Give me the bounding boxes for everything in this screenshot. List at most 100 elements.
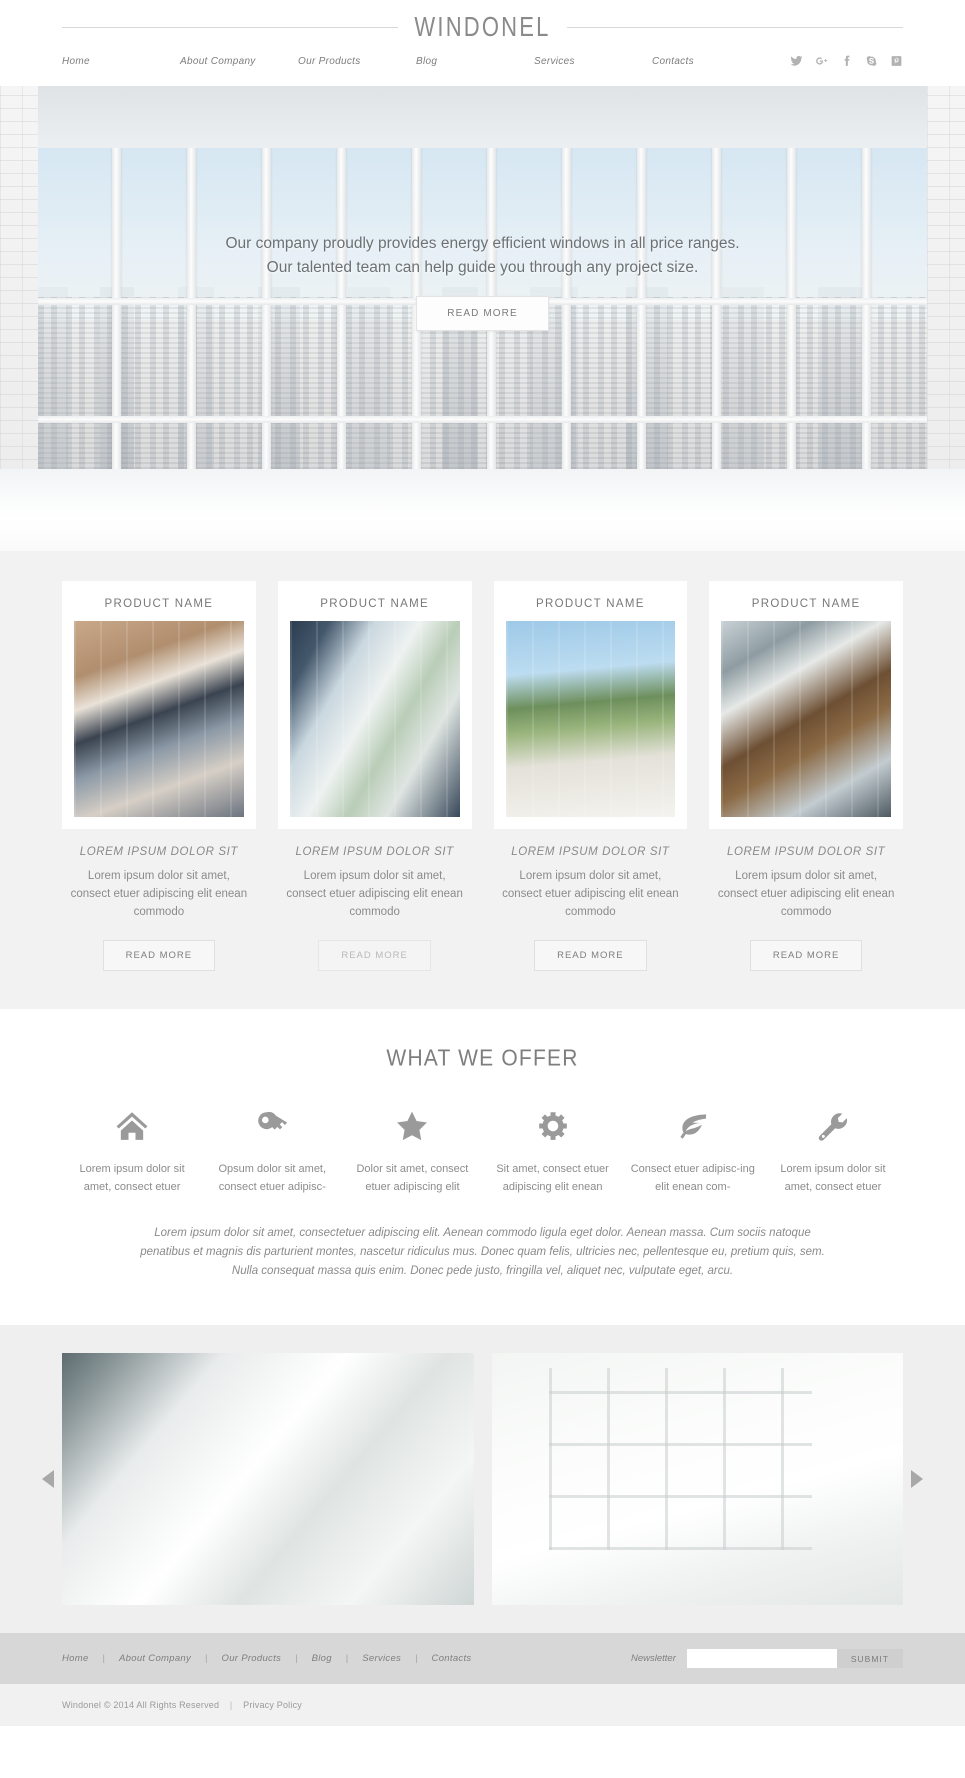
feature-item: Dolor sit amet, consect etuer adipiscing… [342, 1109, 482, 1196]
social-links [790, 54, 903, 68]
facebook-icon[interactable] [840, 54, 853, 68]
product-image[interactable] [721, 621, 891, 817]
product-card-box: PRODUCT NAME [709, 581, 903, 829]
page-root: WINDONEL Home About Company Our Products… [0, 0, 965, 1726]
hero-headline-line2: Our talented team can help guide you thr… [266, 259, 699, 276]
product-caption: LOREM IPSUM DOLOR SIT [79, 846, 239, 858]
copyright-line: Windonel © 2014 All Rights Reserved | Pr… [62, 1700, 903, 1710]
feature-text: Opsum dolor sit amet, consect etuer adip… [218, 1163, 327, 1193]
brand-rule-left [62, 26, 399, 28]
feature-text: Dolor sit amet, consect etuer adipiscing… [356, 1163, 469, 1193]
product-description: Lorem ipsum dolor sit amet, consect etue… [717, 870, 895, 918]
product-button-wrap: READ MORE [62, 940, 256, 971]
pinterest-icon[interactable] [890, 54, 903, 68]
product-description: Lorem ipsum dolor sit amet, consect etue… [286, 870, 463, 918]
feature-item: Lorem ipsum dolor sit amet, consect etue… [763, 1109, 903, 1196]
brand-rule-right [566, 26, 904, 28]
product-title: PRODUCT NAME [751, 598, 861, 610]
newsletter-submit-button[interactable]: SUBMIT [836, 1649, 903, 1668]
gallery-carousel [0, 1325, 965, 1633]
product-card: PRODUCT NAME LOREM IPSUM DOLOR SIT Lorem… [493, 581, 688, 971]
hero-read-more-button[interactable]: READ MORE [416, 296, 549, 331]
product-description: Lorem ipsum dolor sit amet, consect etue… [70, 870, 248, 918]
feature-text: Lorem ipsum dolor sit amet, consect etue… [79, 1163, 185, 1193]
product-card-box: PRODUCT NAME [62, 581, 256, 829]
leaf-icon [676, 1114, 710, 1147]
product-caption: LOREM IPSUM DOLOR SIT [726, 846, 886, 858]
product-button-wrap: READ MORE [494, 940, 688, 971]
home-icon [115, 1112, 149, 1147]
product-title: PRODUCT NAME [536, 598, 645, 610]
copyright-text: Windonel © 2014 All Rights Reserved [62, 1700, 220, 1710]
site-header: WINDONEL Home About Company Our Products… [0, 0, 965, 86]
feature-item: Consect etuer adipisc-ing elit enean com… [623, 1109, 763, 1196]
footer-nav-services[interactable]: Services [362, 1653, 401, 1664]
product-card: PRODUCT NAME LOREM IPSUM DOLOR SIT Lorem… [277, 581, 472, 971]
feature-item: Lorem ipsum dolor sit amet, consect etue… [62, 1109, 202, 1196]
product-image[interactable] [74, 621, 244, 817]
nav-item-about-company[interactable]: About Company [180, 56, 298, 67]
gallery-slide[interactable] [62, 1353, 474, 1605]
footer-navigation: Home | About Company | Our Products | Bl… [62, 1653, 631, 1664]
product-read-more-button[interactable]: READ MORE [534, 940, 647, 971]
next-arrow[interactable] [911, 1470, 923, 1488]
footer-bottom: Windonel © 2014 All Rights Reserved | Pr… [0, 1684, 965, 1726]
product-caption: LOREM IPSUM DOLOR SIT [511, 846, 670, 858]
footer-nav-blog[interactable]: Blog [312, 1653, 332, 1664]
product-read-more-button[interactable]: READ MORE [749, 940, 863, 971]
newsletter-input[interactable] [686, 1649, 837, 1668]
products-row: PRODUCT NAME LOREM IPSUM DOLOR SIT Lorem… [62, 581, 903, 971]
key-icon [255, 1111, 289, 1147]
star-icon [395, 1111, 429, 1147]
newsletter-label: Newsletter [631, 1653, 676, 1664]
product-image[interactable] [505, 621, 676, 817]
hero-floor [0, 469, 965, 551]
prev-arrow[interactable] [42, 1470, 54, 1488]
gear-icon [536, 1112, 570, 1147]
hero-headline-line1: Our company proudly provides energy effi… [225, 235, 740, 252]
offer-heading: WHAT WE OFFER [386, 1045, 579, 1072]
nav-item-blog[interactable]: Blog [416, 56, 534, 67]
offer-section: WHAT WE OFFER Lorem ipsum dolor sit amet… [0, 1009, 965, 1325]
nav-item-home[interactable]: Home [62, 56, 180, 67]
gallery-slide[interactable] [491, 1353, 903, 1605]
footer-separator: | [295, 1653, 298, 1664]
footer-top: Home | About Company | Our Products | Bl… [0, 1633, 965, 1684]
feature-text: Sit amet, consect etuer adipiscing elit … [496, 1163, 609, 1193]
product-button-wrap: READ MORE [278, 940, 472, 971]
newsletter-form: Newsletter SUBMIT [631, 1649, 903, 1668]
nav-item-services[interactable]: Services [534, 56, 652, 67]
footer-nav-our-products[interactable]: Our Products [222, 1653, 282, 1664]
google-plus-icon[interactable] [815, 54, 828, 68]
gallery-row [0, 1353, 965, 1605]
brand-row: WINDONEL [0, 11, 965, 42]
product-card-box: PRODUCT NAME [277, 581, 472, 829]
feature-text: Consect etuer adipisc-ing elit enean com… [630, 1163, 755, 1193]
nav-item-our-products[interactable]: Our Products [298, 56, 416, 67]
product-card: PRODUCT NAME LOREM IPSUM DOLOR SIT Lorem… [62, 581, 256, 971]
twitter-icon[interactable] [790, 54, 803, 68]
skype-icon[interactable] [865, 54, 878, 68]
product-read-more-button[interactable]: READ MORE [102, 940, 216, 971]
footer-nav-contacts[interactable]: Contacts [432, 1653, 472, 1664]
product-title: PRODUCT NAME [320, 598, 429, 610]
wrench-icon [816, 1113, 850, 1147]
product-card-box: PRODUCT NAME [493, 581, 688, 829]
footer-separator: | [205, 1653, 208, 1664]
footer-separator: | [415, 1653, 418, 1664]
offer-lead-paragraph: Lorem ipsum dolor sit amet, consectetuer… [140, 1227, 825, 1277]
footer-nav-home[interactable]: Home [62, 1653, 89, 1664]
product-read-more-button[interactable]: READ MORE [318, 940, 431, 971]
main-navigation: Home About Company Our Products Blog Ser… [62, 56, 790, 67]
privacy-policy-link[interactable]: Privacy Policy [243, 1700, 302, 1710]
feature-item: Opsum dolor sit amet, consect etuer adip… [202, 1109, 342, 1196]
feature-text: Lorem ipsum dolor sit amet, consect etue… [780, 1163, 886, 1193]
site-logo[interactable]: WINDONEL [398, 11, 566, 44]
product-image[interactable] [289, 621, 460, 817]
nav-item-contacts[interactable]: Contacts [652, 56, 770, 67]
product-description: Lorem ipsum dolor sit amet, consect etue… [502, 870, 679, 918]
footer-nav-about-company[interactable]: About Company [119, 1653, 191, 1664]
product-title: PRODUCT NAME [104, 598, 214, 610]
product-card: PRODUCT NAME LOREM IPSUM DOLOR SIT Lorem… [709, 581, 903, 971]
hero-ceiling [0, 86, 965, 148]
